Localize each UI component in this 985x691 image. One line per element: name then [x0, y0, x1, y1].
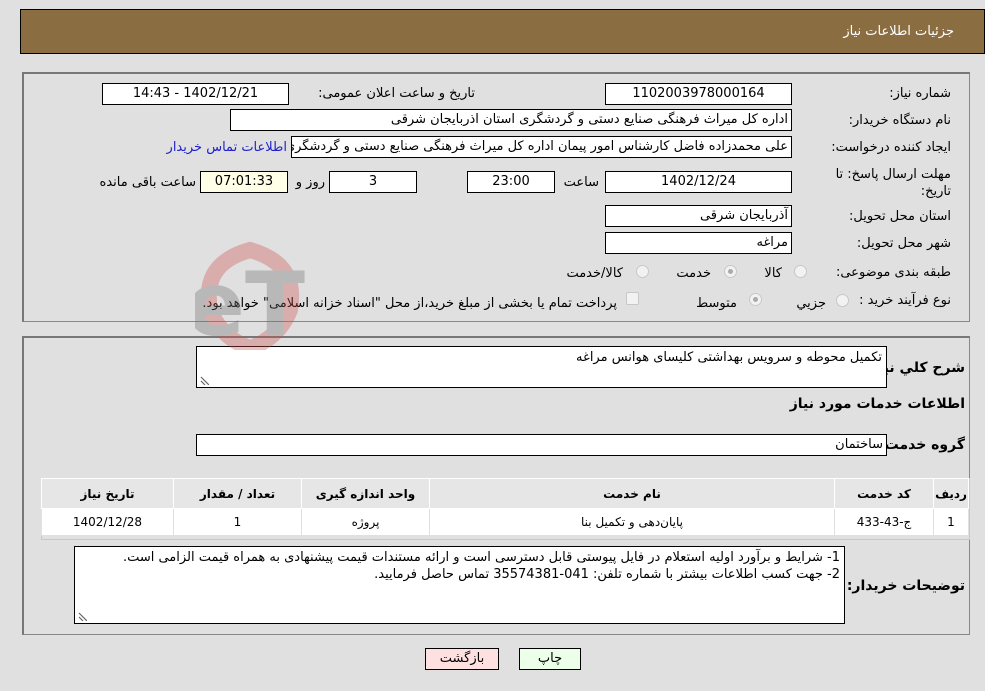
col-header-quantity: تعداد / مقدار: [173, 478, 302, 509]
purchase-radio-minor[interactable]: [836, 294, 849, 307]
service-group-label: گروه خدمت:: [879, 437, 965, 453]
days-remaining-field: 3: [329, 171, 417, 193]
table-row: 1 ج-43-433 پایان‌دهی و تکمیل بنا پروژه 1…: [41, 508, 969, 536]
category-radio-goods[interactable]: [794, 265, 807, 278]
services-section-title: اطلاعات خدمات مورد نیاز: [789, 396, 965, 412]
col-header-unit: واحد اندازه گیری: [301, 478, 430, 509]
back-button[interactable]: بازگشت: [425, 648, 499, 670]
time-remaining-field: 07:01:33: [200, 171, 288, 193]
days-label: روز و: [295, 175, 325, 190]
buyer-notes-line-1: 1- شرایط و برآورد اولیه استعلام در فایل …: [122, 550, 840, 565]
purchase-type-label: نوع فرآیند خرید :: [859, 293, 951, 308]
buyer-notes-textarea[interactable]: 1- شرایط و برآورد اولیه استعلام در فایل …: [74, 546, 845, 624]
purchase-option-medium: متوسط: [696, 296, 737, 311]
purchase-radio-medium[interactable]: [749, 293, 762, 306]
service-group-field: ساختمان: [196, 434, 887, 456]
buyer-org-label: نام دستگاه خریدار:: [848, 113, 951, 128]
category-label: طبقه بندی موضوعی:: [835, 265, 951, 280]
deadline-time-field: 23:00: [467, 171, 555, 193]
deadline-time-label: ساعت: [563, 175, 599, 190]
treasury-note: پرداخت تمام یا بخشی از مبلغ خرید،از محل …: [202, 296, 617, 311]
cell-row-number: 1: [933, 508, 969, 536]
delivery-city-field: مراغه: [605, 232, 792, 254]
announce-datetime-label: تاریخ و ساعت اعلان عمومی:: [318, 86, 475, 101]
category-radio-goods-service[interactable]: [636, 265, 649, 278]
col-header-row-number: ردیف: [933, 478, 969, 509]
buyer-notes-label: توضیحات خریدار:: [846, 578, 965, 594]
cell-unit: پروژه: [301, 508, 430, 536]
treasury-checkbox[interactable]: [626, 292, 639, 305]
page-title: جزئیات اطلاعات نیاز: [843, 24, 954, 39]
category-radio-service[interactable]: [724, 265, 737, 278]
time-remaining-label: ساعت باقی مانده: [99, 175, 196, 190]
requester-field: علی محمدزاده فاضل کارشناس امور پیمان ادا…: [291, 136, 792, 158]
category-option-goods: کالا: [764, 266, 782, 281]
buyer-notes-line-2: 2- جهت کسب اطلاعات بیشتر با شماره تلفن: …: [374, 567, 840, 582]
announce-datetime-field: 1402/12/21 - 14:43: [102, 83, 289, 105]
need-details-panel: شماره نیاز: 1102003978000164 تاریخ و ساع…: [22, 72, 970, 322]
description-text: تکمیل محوطه و سرویس بهداشتی کلیسای هوانس…: [576, 350, 882, 365]
delivery-province-label: استان محل تحویل:: [849, 209, 951, 224]
cell-service-name: پایان‌دهی و تکمیل بنا: [429, 508, 835, 536]
need-number-label: شماره نیاز:: [889, 86, 951, 101]
deadline-date-field: 1402/12/24: [605, 171, 792, 193]
cell-service-code: ج-43-433: [834, 508, 934, 536]
page-header: جزئیات اطلاعات نیاز: [20, 9, 985, 54]
delivery-province-field: آذربایجان شرقی: [605, 205, 792, 227]
resize-grip-icon[interactable]: [199, 375, 209, 385]
col-header-service-name: نام خدمت: [429, 478, 835, 509]
resize-grip-icon[interactable]: [77, 611, 87, 621]
purchase-option-minor: جزیي: [796, 296, 826, 311]
buyer-contact-link[interactable]: اطلاعات تماس خریدار: [167, 140, 287, 155]
description-textarea[interactable]: تکمیل محوطه و سرویس بهداشتی کلیسای هوانس…: [196, 346, 887, 388]
col-header-service-code: کد خدمت: [834, 478, 934, 509]
general-info-panel: شرح کلي نیاز: تکمیل محوطه و سرویس بهداشت…: [22, 336, 970, 635]
cell-need-date: 1402/12/28: [41, 508, 174, 536]
category-option-service: خدمت: [676, 266, 711, 281]
requester-label: ایجاد کننده درخواست:: [831, 140, 951, 155]
table-header-row: ردیف کد خدمت نام خدمت واحد اندازه گیری ت…: [41, 478, 969, 509]
print-button[interactable]: چاپ: [519, 648, 581, 670]
need-number-field: 1102003978000164: [605, 83, 792, 105]
deadline-label: مهلت ارسال پاسخ: تا تاریخ:: [835, 167, 951, 199]
delivery-city-label: شهر محل تحویل:: [856, 236, 951, 251]
cell-quantity: 1: [173, 508, 302, 536]
buyer-org-field: اداره کل میراث فرهنگی صنایع دستی و گردشگ…: [230, 109, 792, 131]
services-table: ردیف کد خدمت نام خدمت واحد اندازه گیری ت…: [41, 478, 969, 536]
category-option-goods-service: کالا/خدمت: [566, 266, 623, 281]
col-header-need-date: تاریخ نیاز: [41, 478, 174, 509]
